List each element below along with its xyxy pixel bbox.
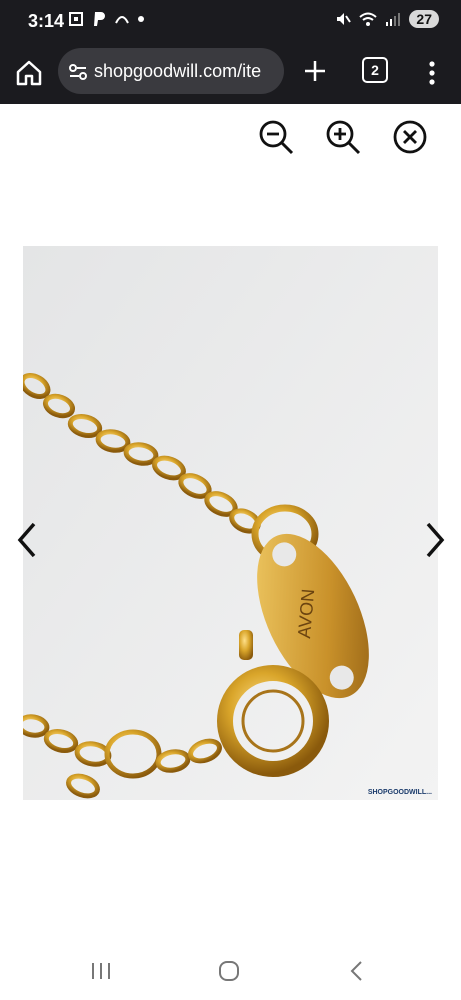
- system-status-icons: 27: [335, 10, 439, 28]
- close-icon[interactable]: [391, 118, 429, 156]
- recent-apps-icon[interactable]: [86, 956, 116, 986]
- home-nav-icon[interactable]: [214, 956, 244, 986]
- site-settings-icon[interactable]: [68, 62, 88, 82]
- dot-icon: [138, 16, 144, 22]
- url-text: shopgoodwill.com/ite: [94, 61, 262, 81]
- app-notification-icon: [115, 16, 129, 24]
- screenshot-icon: [69, 12, 83, 26]
- next-image-icon[interactable]: [420, 520, 450, 560]
- signal-icon: [386, 13, 401, 26]
- battery-indicator: 27: [409, 10, 439, 28]
- browser-toolbar: shopgoodwill.com/ite 2: [0, 42, 461, 104]
- status-time: 3:14: [28, 11, 65, 31]
- tab-count: 2: [371, 62, 379, 78]
- product-photo[interactable]: AVON SHOPGOODWILL...: [23, 246, 438, 800]
- zoom-out-icon[interactable]: [257, 118, 295, 156]
- wifi-icon: [359, 12, 378, 26]
- gold-chain-image: AVON: [23, 246, 438, 800]
- new-tab-icon[interactable]: [300, 56, 330, 86]
- zoom-in-icon[interactable]: [324, 118, 362, 156]
- paypal-icon: [94, 12, 105, 26]
- back-icon[interactable]: [342, 956, 372, 986]
- image-watermark: SHOPGOODWILL...: [367, 789, 432, 796]
- previous-image-icon[interactable]: [12, 520, 42, 560]
- mute-icon: [337, 13, 352, 25]
- home-icon[interactable]: [12, 56, 46, 90]
- tab-switcher-button[interactable]: 2: [362, 57, 388, 83]
- system-navigation-bar: [0, 944, 461, 1000]
- notification-icons: [68, 11, 144, 27]
- address-bar[interactable]: shopgoodwill.com/ite: [58, 48, 284, 94]
- status-bar: 3:14 27: [0, 0, 461, 42]
- more-options-icon[interactable]: [420, 56, 444, 90]
